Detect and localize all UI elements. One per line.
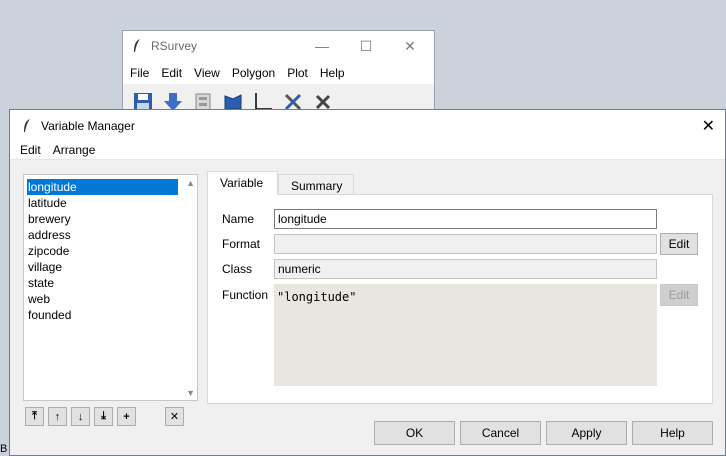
feather-icon: [134, 39, 140, 52]
variable-manager-dialog: Variable Manager ✕ Edit Arrange longitud…: [9, 109, 726, 456]
help-button[interactable]: Help: [632, 421, 713, 445]
cancel-button[interactable]: Cancel: [460, 421, 541, 445]
menu-edit[interactable]: Edit: [20, 141, 41, 159]
function-edit-button: Edit: [660, 284, 698, 306]
menu-file[interactable]: File: [130, 62, 155, 84]
menu-help[interactable]: Help: [320, 62, 351, 84]
ok-button[interactable]: OK: [374, 421, 455, 445]
menu-arrange[interactable]: Arrange: [53, 141, 96, 159]
dialog-close-button[interactable]: ✕: [702, 116, 715, 136]
rsurvey-window: RSurvey — ☐ ✕ File Edit View Polygon Plo…: [122, 30, 435, 120]
move-bottom-button[interactable]: ⤓: [94, 407, 113, 426]
list-item[interactable]: state: [24, 275, 178, 291]
feather-icon: [24, 119, 30, 132]
dialog-title: Variable Manager: [41, 119, 135, 133]
list-item[interactable]: web: [24, 291, 178, 307]
list-item[interactable]: longitude: [27, 179, 178, 195]
function-field: "longitude": [274, 284, 657, 386]
menu-edit[interactable]: Edit: [161, 62, 188, 84]
menu-view[interactable]: View: [194, 62, 226, 84]
format-field: [274, 234, 657, 254]
list-item[interactable]: latitude: [24, 195, 178, 211]
list-item[interactable]: brewery: [24, 211, 178, 227]
apply-button[interactable]: Apply: [546, 421, 627, 445]
close-button[interactable]: ✕: [395, 37, 425, 55]
delete-variable-button[interactable]: ✕: [165, 407, 184, 426]
rsurvey-titlebar[interactable]: RSurvey — ☐ ✕: [123, 31, 434, 62]
format-label: Format: [222, 237, 261, 251]
dialog-menubar: Edit Arrange: [10, 141, 725, 160]
class-field: numeric: [274, 259, 657, 279]
add-variable-button[interactable]: +: [117, 407, 136, 426]
edge-text: B: [0, 443, 8, 455]
minimize-button[interactable]: —: [307, 37, 337, 55]
list-item[interactable]: zipcode: [24, 243, 178, 259]
tab-summary[interactable]: Summary: [278, 174, 354, 196]
scroll-up-icon[interactable]: ▲: [186, 178, 195, 188]
list-item[interactable]: village: [24, 259, 178, 275]
format-edit-button[interactable]: Edit: [660, 233, 698, 255]
scroll-down-icon[interactable]: ▼: [186, 388, 195, 398]
list-item[interactable]: founded: [24, 307, 178, 323]
rsurvey-menubar: File Edit View Polygon Plot Help: [123, 62, 434, 84]
list-item[interactable]: address: [24, 227, 178, 243]
menu-plot[interactable]: Plot: [287, 62, 314, 84]
tab-variable[interactable]: Variable: [207, 171, 278, 195]
dialog-titlebar[interactable]: Variable Manager ✕: [10, 110, 725, 141]
menu-polygon[interactable]: Polygon: [232, 62, 281, 84]
maximize-button[interactable]: ☐: [351, 37, 381, 55]
move-down-button[interactable]: ↓: [71, 407, 90, 426]
variable-list[interactable]: longitude latitude brewery address zipco…: [23, 174, 198, 401]
list-order-buttons: ⤒ ↑ ↓ ⤓ +: [25, 407, 136, 426]
name-field[interactable]: longitude: [274, 209, 657, 229]
rsurvey-title: RSurvey: [151, 39, 198, 53]
function-label: Function: [222, 288, 269, 302]
move-top-button[interactable]: ⤒: [25, 407, 44, 426]
name-label: Name: [222, 212, 255, 226]
variable-panel: Name longitude Format Edit Class numeric…: [207, 194, 713, 404]
move-up-button[interactable]: ↑: [48, 407, 67, 426]
class-label: Class: [222, 262, 253, 276]
